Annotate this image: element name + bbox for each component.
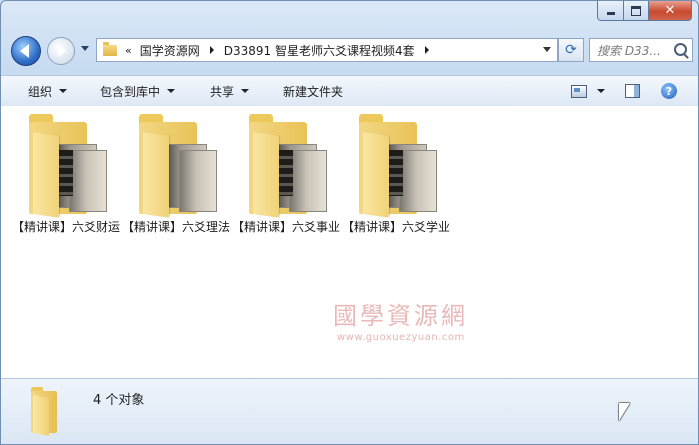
close-button[interactable]: ✕ xyxy=(649,1,692,21)
folder-item-label: 【精讲课】六爻理法 xyxy=(121,220,230,234)
minimize-button[interactable] xyxy=(597,1,624,21)
folder-item-label: 【精讲课】六爻财运 xyxy=(11,220,120,234)
folder-icon xyxy=(249,114,329,218)
search-box[interactable]: 搜索 D33... xyxy=(589,38,693,62)
new-folder-label: 新建文件夹 xyxy=(283,84,344,99)
maximize-button[interactable] xyxy=(624,1,649,21)
command-bar: 组织 包含到库中 共享 新建文件夹 ? xyxy=(1,75,698,107)
address-history-dropdown[interactable] xyxy=(543,47,551,52)
chevron-down-icon[interactable] xyxy=(597,89,605,93)
forward-arrow-icon xyxy=(58,45,66,57)
forward-button[interactable] xyxy=(47,37,75,65)
include-in-library-menu[interactable]: 包含到库中 xyxy=(100,76,176,106)
new-folder-button[interactable]: 新建文件夹 xyxy=(283,76,343,106)
watermark: 國學資源網 www.guoxuezyuan.com xyxy=(331,296,471,356)
maximize-icon xyxy=(631,5,641,16)
chevron-down-icon xyxy=(59,89,68,93)
folder-icon xyxy=(139,114,219,218)
folder-item-label: 【精讲课】六爻学业 xyxy=(341,220,450,234)
back-button[interactable] xyxy=(11,36,41,66)
navigation-bar: « 国学资源网 D33891 智星老师六爻课程视频4套 ⟳ 搜索 D33... xyxy=(1,34,698,66)
breadcrumb-separator-icon[interactable] xyxy=(424,46,429,54)
details-pane: 4 个对象 xyxy=(1,378,698,444)
mouse-cursor-icon xyxy=(619,403,630,421)
organize-menu[interactable]: 组织 xyxy=(28,76,68,106)
explorer-window: ✕ « 国学资源网 D33891 智星老师六爻课程视频4套 ⟳ 搜索 D33..… xyxy=(0,0,699,445)
preview-pane-button[interactable] xyxy=(625,76,640,106)
search-input[interactable]: 搜索 D33... xyxy=(597,42,671,59)
share-menu[interactable]: 共享 xyxy=(210,76,250,106)
search-icon[interactable] xyxy=(674,43,687,56)
include-in-library-label: 包含到库中 xyxy=(100,84,161,99)
address-bar[interactable]: « 国学资源网 D33891 智星老师六爻课程视频4套 xyxy=(96,38,558,62)
folder-icon xyxy=(103,41,117,56)
file-list[interactable]: 【精讲课】六爻财运 【精讲课】六爻理法 【精讲课】六爻事业 【精讲课】六爻学业 … xyxy=(1,106,698,378)
change-view-icon xyxy=(571,84,587,98)
breadcrumb-item[interactable]: D33891 智星老师六爻课程视频4套 xyxy=(224,42,415,59)
folder-icon xyxy=(31,387,63,436)
folder-item-label: 【精讲课】六爻事业 xyxy=(231,220,340,234)
change-view-button[interactable] xyxy=(571,76,605,106)
close-icon: ✕ xyxy=(664,3,676,18)
caption-buttons: ✕ xyxy=(597,1,692,21)
breadcrumb-item[interactable]: 国学资源网 xyxy=(140,42,200,59)
refresh-icon: ⟳ xyxy=(565,42,577,58)
help-button[interactable]: ? xyxy=(661,76,677,106)
chevron-down-icon xyxy=(167,89,176,93)
watermark-url: www.guoxuezyuan.com xyxy=(337,332,465,343)
recent-pages-dropdown[interactable] xyxy=(81,46,89,51)
breadcrumb-overflow[interactable]: « xyxy=(125,44,132,57)
folder-icon xyxy=(359,114,439,218)
organize-label: 组织 xyxy=(28,84,53,99)
chevron-down-icon xyxy=(241,89,250,93)
breadcrumb-separator-icon[interactable] xyxy=(209,46,214,54)
minimize-icon xyxy=(606,12,615,15)
refresh-button[interactable]: ⟳ xyxy=(558,38,584,62)
preview-pane-icon xyxy=(625,84,640,98)
back-arrow-icon xyxy=(20,44,29,58)
item-count: 4 个对象 xyxy=(93,393,145,408)
folder-icon xyxy=(29,114,109,218)
watermark-title: 國學資源網 xyxy=(333,302,468,330)
help-icon: ? xyxy=(661,83,677,99)
share-label: 共享 xyxy=(210,84,235,99)
